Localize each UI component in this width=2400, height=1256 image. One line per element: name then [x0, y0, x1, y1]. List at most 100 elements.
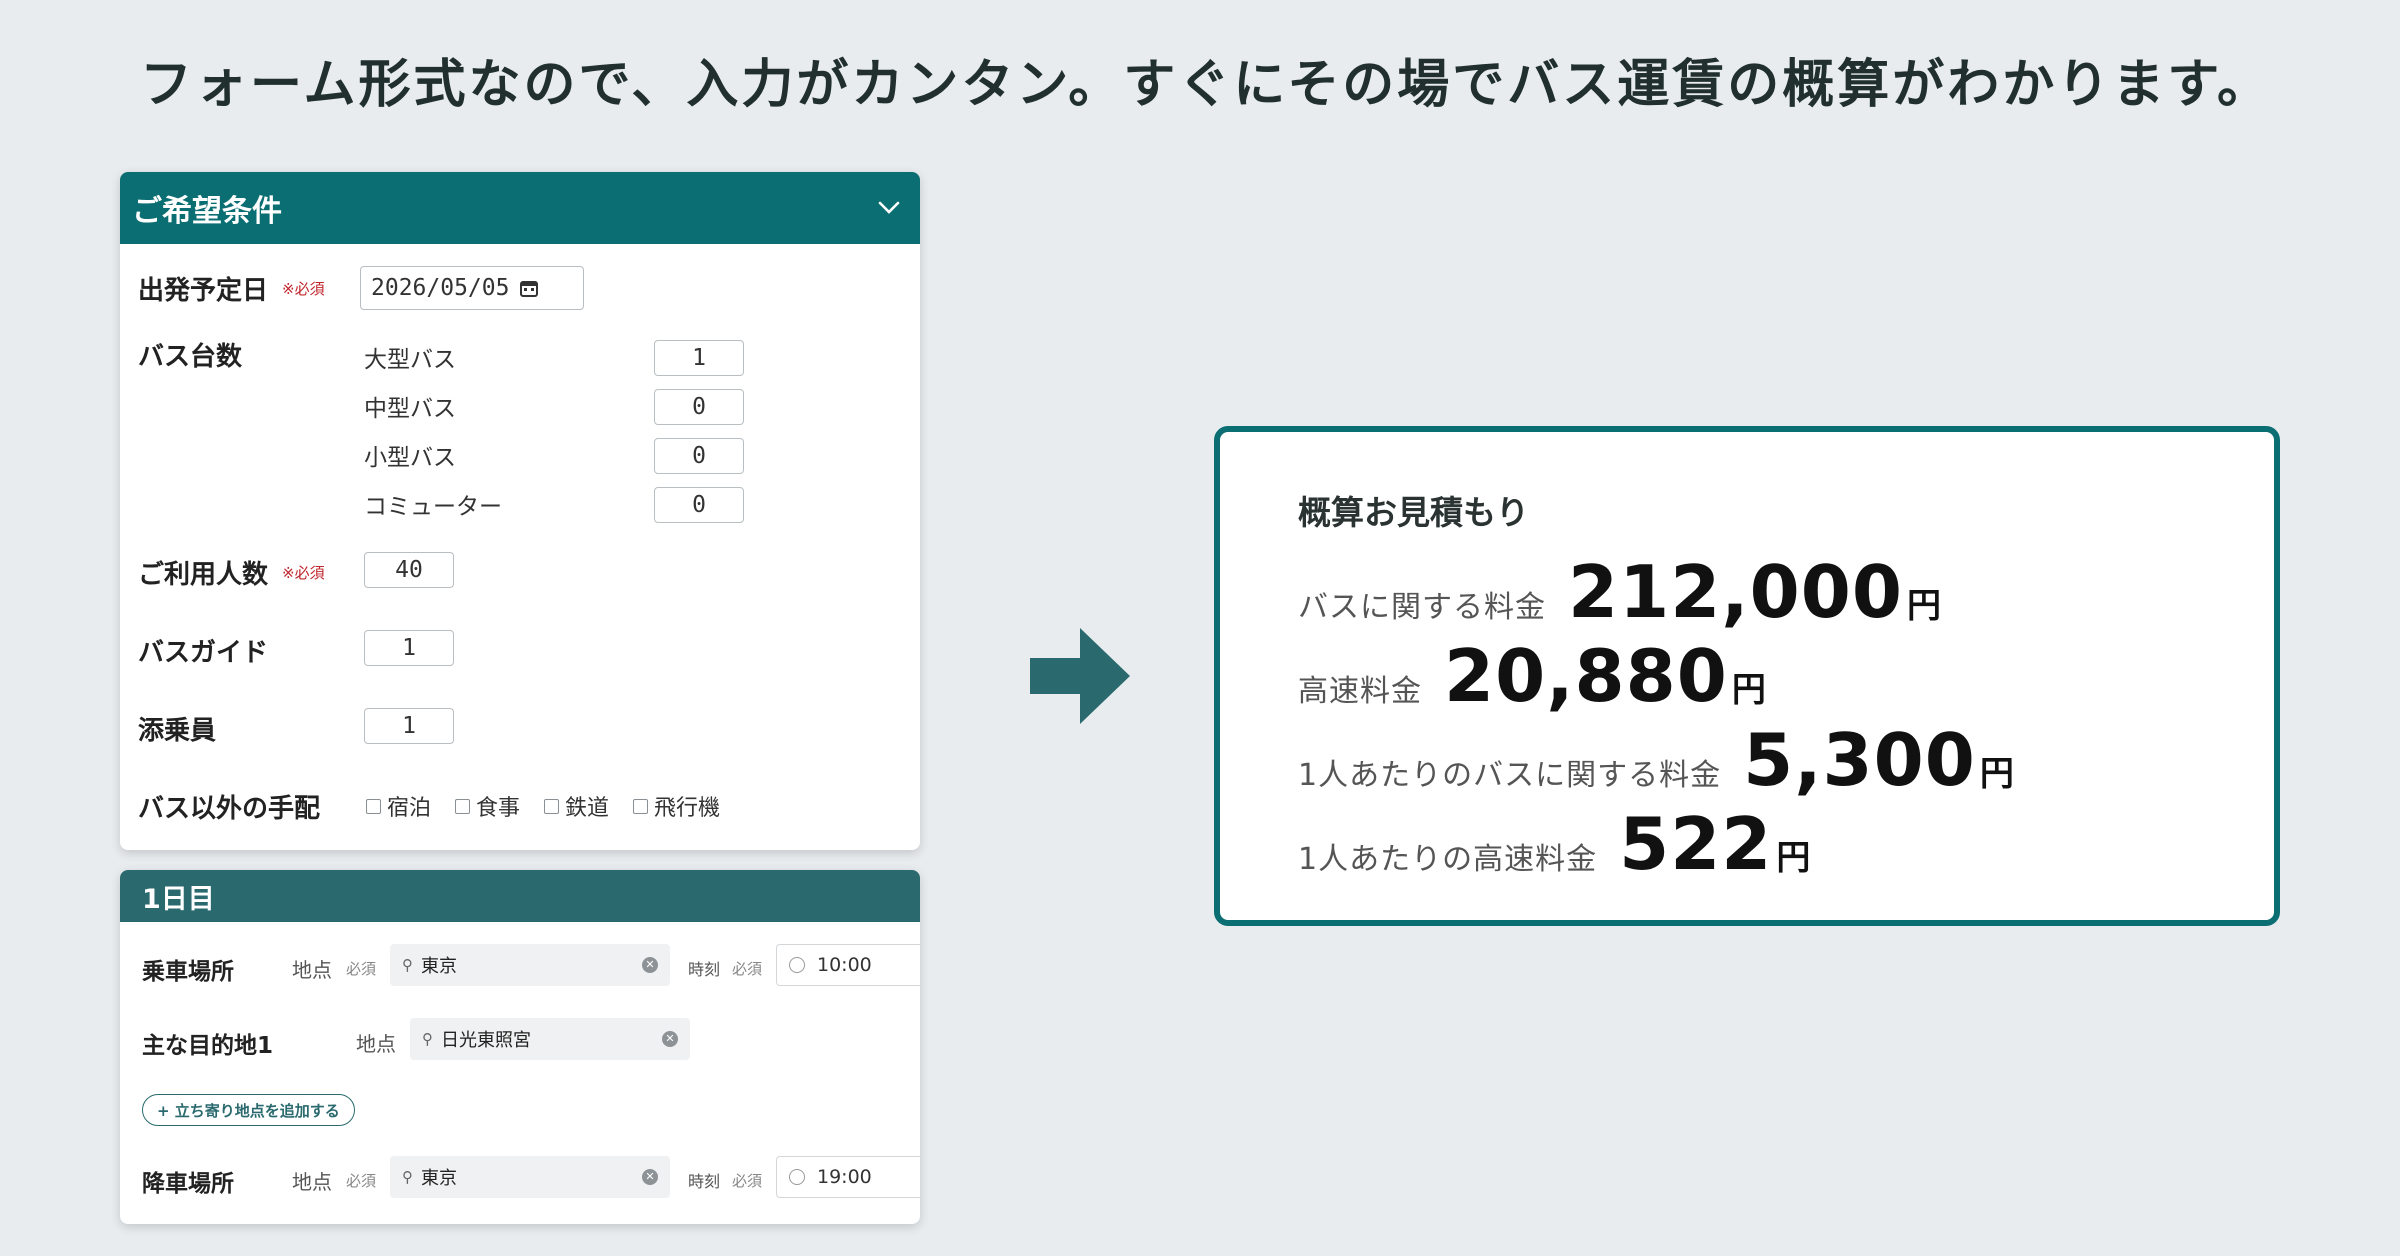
dropoff-time-input[interactable]: 19:00 — [776, 1156, 920, 1198]
time-label: 時刻 — [688, 1172, 721, 1191]
estimate-value: 20,880 — [1444, 634, 1728, 718]
departure-date-input[interactable]: 2026/05/05 — [360, 266, 584, 310]
guide-input[interactable]: 1 — [364, 630, 454, 666]
pickup-time-value: 10:00 — [817, 954, 872, 976]
checkbox-box[interactable] — [455, 798, 471, 814]
estimate-label: 高速料金 — [1298, 674, 1422, 709]
destination-place-value: 日光東照宮 — [441, 1030, 531, 1051]
dropoff-place-input[interactable]: ⚲ 東京 ✕ — [390, 1156, 670, 1198]
clear-icon[interactable]: ✕ — [642, 1169, 658, 1185]
pickup-label: 乗車場所 — [142, 959, 234, 985]
calendar-icon[interactable] — [519, 278, 539, 298]
conditions-panel: ご希望条件 出発予定日 ※必須 2026/05/05 バス台数 大型バス 1 中… — [120, 172, 920, 850]
bus-count-input[interactable]: 0 — [654, 487, 744, 523]
checkbox-box[interactable] — [366, 798, 381, 814]
pickup-time-input[interactable]: 10:00 — [776, 944, 920, 986]
estimate-label: 1人あたりの高速料金 — [1298, 842, 1598, 877]
passengers-value: 40 — [395, 557, 423, 583]
bus-type-label: 中型バス — [364, 396, 456, 422]
search-icon: ⚲ — [402, 956, 413, 974]
bus-count-value: 0 — [692, 492, 706, 518]
guide-value: 1 — [402, 635, 416, 661]
bus-type-label: 小型バス — [364, 445, 456, 471]
attendant-label: 添乗員 — [138, 716, 217, 746]
dropoff-place-value: 東京 — [421, 1168, 457, 1189]
bus-count-value: 0 — [692, 443, 706, 469]
estimate-value: 522 — [1619, 802, 1773, 886]
option-label: 宿泊 — [387, 796, 432, 821]
checkbox-box[interactable] — [633, 798, 649, 814]
bus-type-label: 大型バス — [364, 347, 456, 373]
conditions-header[interactable]: ご希望条件 — [120, 172, 920, 244]
search-icon: ⚲ — [402, 1168, 413, 1186]
clock-icon — [789, 957, 805, 973]
other-arrangements-label: バス以外の手配 — [138, 794, 321, 824]
guide-label: バスガイド — [138, 638, 269, 668]
clock-icon — [789, 1169, 805, 1185]
estimate-label: 1人あたりのバスに関する料金 — [1298, 758, 1722, 793]
add-stop-button[interactable]: + 立ち寄り地点を追加する — [142, 1094, 355, 1126]
dropoff-label: 降車場所 — [142, 1171, 234, 1197]
bus-count-input[interactable]: 0 — [654, 438, 744, 474]
estimate-label: バスに関する料金 — [1298, 590, 1546, 625]
option-label: 鉄道 — [565, 796, 610, 821]
estimate-unit: 円 — [1776, 838, 1811, 878]
pickup-place-input[interactable]: ⚲ 東京 ✕ — [390, 944, 670, 986]
estimate-panel: 概算お見積もり バスに関する料金 212,000 円 高速料金 20,880 円… — [1214, 426, 2280, 926]
estimate-row: 1人あたりのバスに関する料金 5,300 円 — [1298, 718, 2014, 802]
conditions-title: ご希望条件 — [132, 194, 282, 229]
day1-title: 1日目 — [142, 883, 215, 915]
required-mark: 必須 — [346, 1172, 377, 1190]
dropoff-time-value: 19:00 — [817, 1166, 872, 1188]
required-mark: 必須 — [732, 960, 763, 978]
arrow-right-icon — [1030, 628, 1130, 724]
bus-count-value: 1 — [692, 345, 706, 371]
required-mark: 必須 — [346, 960, 377, 978]
option-flight-checkbox[interactable]: 飛行機 — [633, 790, 720, 822]
day1-header: 1日目 — [120, 870, 920, 922]
checkbox-box[interactable] — [544, 798, 560, 814]
estimate-value: 212,000 — [1568, 550, 1903, 634]
place-label: 地点 — [292, 1170, 332, 1194]
clear-icon[interactable]: ✕ — [662, 1031, 678, 1047]
pickup-place-value: 東京 — [421, 956, 457, 977]
destination-place-input[interactable]: ⚲ 日光東照宮 ✕ — [410, 1018, 690, 1060]
attendant-value: 1 — [402, 713, 416, 739]
departure-label: 出発予定日 — [138, 276, 269, 306]
required-mark: 必須 — [732, 1172, 763, 1190]
passengers-label: ご利用人数 — [138, 560, 269, 590]
departure-date-value: 2026/05/05 — [371, 275, 510, 301]
add-stop-label: + 立ち寄り地点を追加する — [157, 1101, 340, 1120]
time-label: 時刻 — [688, 960, 721, 979]
day1-panel: 1日目 乗車場所 地点 必須 ⚲ 東京 ✕ 時刻 必須 10:00 主な目的地1… — [120, 870, 920, 1224]
bus-type-label: コミューター — [364, 494, 502, 520]
bus-count-value: 0 — [692, 394, 706, 420]
estimate-unit: 円 — [1906, 586, 1941, 626]
page-headline: フォーム形式なので、入力がカンタン。すぐにその場でバス運賃の概算がわかります。 — [140, 55, 2273, 115]
place-label: 地点 — [292, 958, 332, 982]
destination-label: 主な目的地1 — [142, 1033, 274, 1059]
estimate-unit: 円 — [1731, 670, 1766, 710]
chevron-down-icon[interactable] — [878, 196, 900, 218]
estimate-row: バスに関する料金 212,000 円 — [1298, 550, 1941, 634]
clear-icon[interactable]: ✕ — [642, 957, 658, 973]
option-rail-checkbox[interactable]: 鉄道 — [544, 790, 609, 822]
estimate-title: 概算お見積もり — [1298, 493, 1529, 532]
estimate-row: 高速料金 20,880 円 — [1298, 634, 1766, 718]
required-mark: ※必須 — [282, 280, 325, 298]
option-meal-checkbox[interactable]: 食事 — [455, 790, 520, 822]
required-mark: ※必須 — [282, 564, 325, 582]
estimate-row: 1人あたりの高速料金 522 円 — [1298, 802, 1810, 886]
bus-count-input[interactable]: 0 — [654, 389, 744, 425]
attendant-input[interactable]: 1 — [364, 708, 454, 744]
place-label: 地点 — [356, 1032, 396, 1056]
option-label: 食事 — [476, 796, 521, 821]
bus-count-label: バス台数 — [138, 342, 243, 372]
bus-count-input[interactable]: 1 — [654, 340, 744, 376]
search-icon: ⚲ — [422, 1030, 433, 1048]
passengers-input[interactable]: 40 — [364, 552, 454, 588]
estimate-unit: 円 — [1979, 754, 2014, 794]
estimate-value: 5,300 — [1743, 718, 1976, 802]
option-lodging-checkbox[interactable]: 宿泊 — [366, 790, 431, 822]
option-label: 飛行機 — [654, 796, 721, 821]
